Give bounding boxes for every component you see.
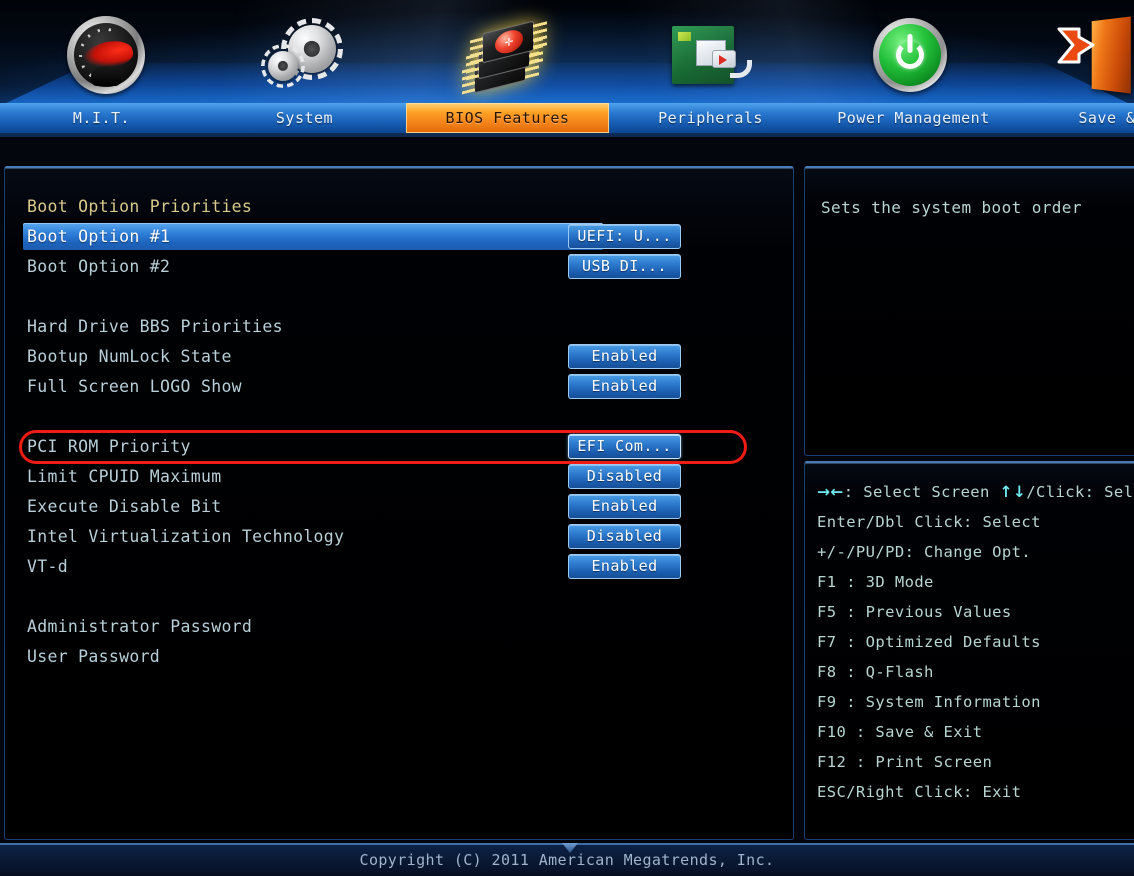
key-legend-row: F10 : Save & Exit [817, 717, 1134, 747]
settings-row-label: Intel Virtualization Technology [27, 527, 345, 546]
settings-row-value[interactable]: Enabled [568, 374, 681, 399]
settings-row-label: Bootup NumLock State [27, 347, 232, 366]
settings-panel: Boot Option Priorities Boot Option #1 UEFI… [4, 166, 794, 840]
settings-row[interactable]: Full Screen LOGO Show Enabled [5, 372, 793, 402]
settings-row-label: Limit CPUID Maximum [27, 467, 222, 486]
key-legend-text: F10 : Save & Exit [817, 723, 983, 741]
settings-row [5, 582, 793, 612]
key-legend-text: Enter/Dbl Click: Select [817, 513, 1041, 531]
key-legend-text: : Select Screen [843, 483, 990, 501]
header-icon-row [0, 0, 1134, 103]
settings-row-value[interactable]: Disabled [568, 524, 681, 549]
settings-row-value[interactable]: Enabled [568, 494, 681, 519]
tab-power-management[interactable]: Power Management [812, 103, 1015, 133]
key-legend-text: F7 : Optimized Defaults [817, 633, 1041, 651]
copyright-text: Copyright (C) 2011 American Megatrends, … [359, 851, 775, 869]
key-legend-row: +/-/PU/PD: Change Opt. [817, 537, 1134, 567]
key-legend-text: +/-/PU/PD: Change Opt. [817, 543, 1032, 561]
key-legend-row: →←: Select Screen ↑↓/Click: Sele [817, 477, 1134, 507]
plug-card-icon[interactable] [659, 14, 759, 96]
key-legend-text: F9 : System Information [817, 693, 1041, 711]
key-legend-row: F5 : Previous Values [817, 597, 1134, 627]
settings-row[interactable]: Boot Option #1 UEFI: U... [5, 222, 793, 252]
key-legend-row: F8 : Q-Flash [817, 657, 1134, 687]
tab-mit[interactable]: M.I.T. [0, 103, 203, 133]
gauge-icon[interactable] [56, 14, 156, 96]
content-stage: Boot Option Priorities Boot Option #1 UEFI… [0, 163, 1134, 843]
chips-icon[interactable] [456, 14, 556, 96]
settings-row-label: Full Screen LOGO Show [27, 377, 242, 396]
exit-door-icon[interactable] [1048, 14, 1134, 96]
header-banner: M.I.T. System BIOS Features Peripherals … [0, 0, 1134, 137]
key-legend-row: F12 : Print Screen [817, 747, 1134, 777]
settings-row[interactable]: Execute Disable Bit Enabled [5, 492, 793, 522]
settings-row-value[interactable]: Disabled [568, 464, 681, 489]
key-legend-list: →←: Select Screen ↑↓/Click: Sele Enter/Db… [817, 477, 1134, 807]
settings-row-label: Administrator Password [27, 617, 253, 636]
settings-row-value[interactable]: Enabled [568, 554, 681, 579]
settings-row[interactable]: Intel Virtualization Technology Disabled [5, 522, 793, 552]
settings-list: Boot Option Priorities Boot Option #1 UEFI… [5, 192, 793, 672]
settings-row-label: Execute Disable Bit [27, 497, 222, 516]
help-description-text: Sets the system boot order [821, 198, 1082, 217]
settings-row[interactable]: VT-d Enabled [5, 552, 793, 582]
tab-system[interactable]: System [203, 103, 406, 133]
gears-icon[interactable] [256, 14, 356, 96]
settings-row[interactable]: Limit CPUID Maximum Disabled [5, 462, 793, 492]
exit-arrow-icon [1057, 27, 1095, 64]
settings-row-label: Hard Drive BBS Priorities [27, 317, 283, 336]
tab-bios-features[interactable]: BIOS Features [406, 103, 609, 133]
settings-row[interactable]: Boot Option #2 USB DI... [5, 252, 793, 282]
key-legend-text: F5 : Previous Values [817, 603, 1012, 621]
key-legend-row: F1 : 3D Mode [817, 567, 1134, 597]
settings-row-label: PCI ROM Priority [27, 437, 191, 456]
settings-row[interactable]: PCI ROM Priority EFI Com... [5, 432, 793, 462]
settings-row-label: Boot Option #2 [27, 257, 171, 276]
settings-row-label: Boot Option Priorities [27, 197, 253, 216]
settings-row-value[interactable]: Enabled [568, 344, 681, 369]
key-legend-text-secondary: /Click: Sele [1026, 483, 1134, 501]
key-legend-text: ESC/Right Click: Exit [817, 783, 1022, 801]
key-legend-text: F8 : Q-Flash [817, 663, 934, 681]
settings-row-label: User Password [27, 647, 161, 666]
left-right-arrow-icon: →← [817, 483, 844, 501]
settings-row-label: Boot Option #1 [27, 227, 171, 246]
settings-row-label: VT-d [27, 557, 68, 576]
brand-3d-bios[interactable]: 3D BIOS [758, 135, 866, 137]
up-down-arrow-icon: ↑↓ [999, 483, 1027, 501]
key-legend-row: ESC/Right Click: Exit [817, 777, 1134, 807]
settings-row [5, 402, 793, 432]
tab-save-and-exit[interactable]: Save & E [1015, 103, 1134, 133]
settings-row-value[interactable]: USB DI... [568, 254, 681, 279]
settings-row[interactable]: Bootup NumLock State Enabled [5, 342, 793, 372]
key-legend-row: Enter/Dbl Click: Select [817, 507, 1134, 537]
tab-peripherals[interactable]: Peripherals [609, 103, 812, 133]
settings-row [5, 282, 793, 312]
footer-bar: Copyright (C) 2011 American Megatrends, … [0, 843, 1134, 876]
key-legend-text: F12 : Print Screen [817, 753, 993, 771]
help-description-panel: Sets the system boot order [804, 166, 1134, 456]
tool-strip: 3D BIOS English Q-F [0, 133, 1134, 137]
key-legend-row: F7 : Optimized Defaults [817, 627, 1134, 657]
key-legend-text: F1 : 3D Mode [817, 573, 934, 591]
key-legend-row: F9 : System Information [817, 687, 1134, 717]
settings-row-value[interactable]: UEFI: U... [568, 224, 681, 249]
key-legend-panel: →←: Select Screen ↑↓/Click: Sele Enter/Db… [804, 461, 1134, 840]
settings-row[interactable]: Hard Drive BBS Priorities [5, 312, 793, 342]
main-tab-bar: M.I.T. System BIOS Features Peripherals … [0, 103, 1134, 137]
bios-setup-screen: M.I.T. System BIOS Features Peripherals … [0, 0, 1134, 876]
power-icon[interactable] [860, 14, 960, 96]
settings-row[interactable]: User Password [5, 642, 793, 672]
settings-row-value[interactable]: EFI Com... [568, 434, 681, 459]
settings-row[interactable]: Boot Option Priorities [5, 192, 793, 222]
settings-row[interactable]: Administrator Password [5, 612, 793, 642]
